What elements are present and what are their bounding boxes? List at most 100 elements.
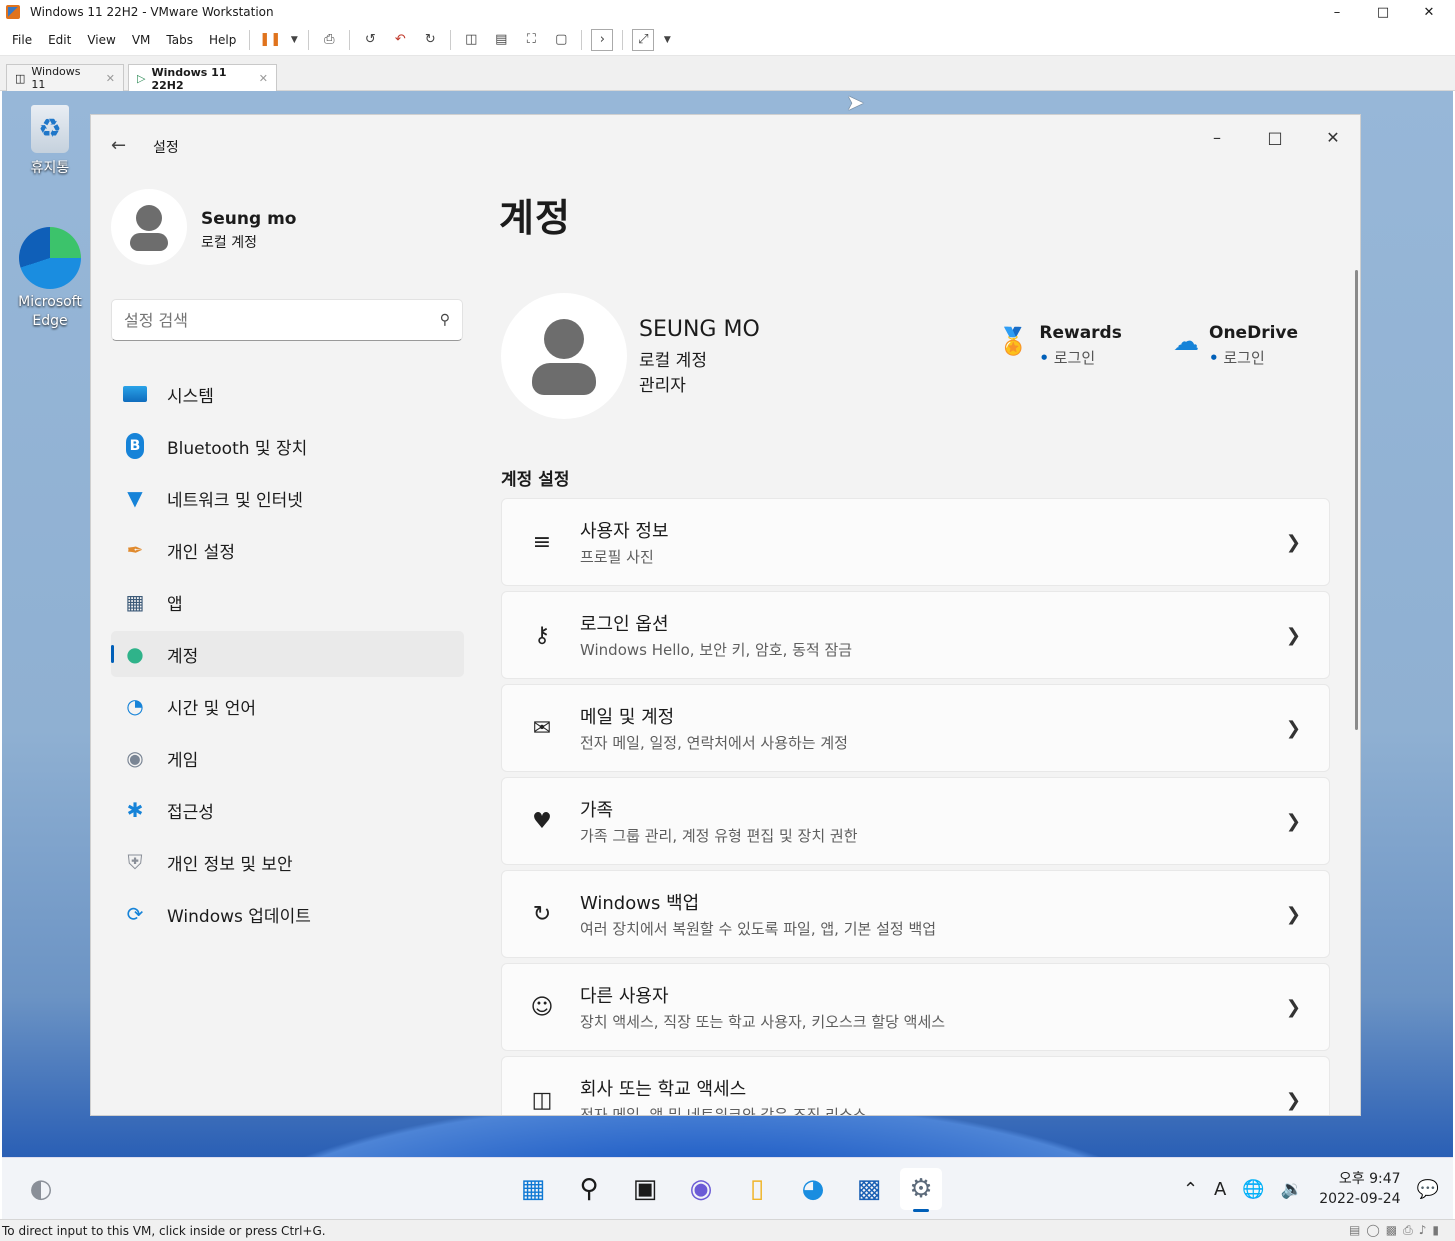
tab-windows-11-22h2[interactable]: ▷ Windows 11 22H2 ✕	[128, 64, 277, 92]
chevron-right-icon: ❯	[1285, 531, 1301, 553]
edge-shortcut[interactable]: Microsoft Edge	[10, 227, 90, 331]
card-sign-in-options[interactable]: ⚷ 로그인 옵션 Windows Hello, 보안 키, 암호, 동적 잠금 ❯	[501, 591, 1330, 679]
person-head-icon	[136, 205, 162, 231]
stretch-dropdown-icon[interactable]: ▼	[662, 29, 672, 51]
store-icon[interactable]: ▩	[848, 1168, 890, 1210]
menu-vm[interactable]: VM	[124, 33, 159, 47]
nav-item-accessibility[interactable]: ✱ 접근성	[111, 787, 464, 833]
nav-item-gaming[interactable]: ◉ 게임	[111, 735, 464, 781]
back-arrow-icon[interactable]: ←	[111, 135, 126, 156]
start-button-icon[interactable]: ▦	[512, 1168, 554, 1210]
pause-icon[interactable]: ❚❚	[259, 29, 281, 51]
menu-edit[interactable]: Edit	[40, 33, 79, 47]
rewards-status[interactable]: 🏅 Rewards • 로그인	[997, 323, 1122, 368]
revert-snapshot-icon[interactable]: ↶	[389, 29, 411, 51]
thumbnail-bar-icon[interactable]: ▤	[490, 29, 512, 51]
tab-windows-11[interactable]: ◫ Windows 11 ✕	[6, 64, 124, 91]
menu-view[interactable]: View	[79, 33, 123, 47]
card-title: 메일 및 계정	[580, 707, 675, 728]
volume-icon[interactable]: 🔉	[1281, 1179, 1303, 1200]
file-explorer-icon[interactable]: ▯	[736, 1168, 778, 1210]
tab-label: Windows 11	[31, 65, 81, 91]
card-access-work-school[interactable]: ◫ 회사 또는 학교 액세스 전자 메일, 앱 및 네트워크와 같은 조직 리소스…	[501, 1056, 1330, 1115]
nav-item-time-language[interactable]: ◔ 시간 및 언어	[111, 683, 464, 729]
card-your-info[interactable]: ≡ 사용자 정보프로필 사진 ❯	[501, 498, 1330, 586]
notification-icon[interactable]: 💬	[1417, 1179, 1439, 1200]
menu-file[interactable]: File	[4, 33, 40, 47]
card-title: 사용자 정보	[580, 521, 669, 542]
chevron-up-icon[interactable]: ⌃	[1183, 1179, 1198, 1200]
full-screen-icon[interactable]: ⛶	[520, 29, 542, 51]
update-icon: ⟳	[126, 902, 144, 926]
search-icon[interactable]: ⚲	[568, 1168, 610, 1210]
clock[interactable]: 오후 9:47 2022-09-24	[1319, 1169, 1400, 1209]
card-family[interactable]: ♥ 가족 가족 그룹 관리, 계정 유형 편집 및 장치 권한 ❯	[501, 777, 1330, 865]
user-info-icon: ≡	[532, 529, 552, 555]
card-subtitle: 전자 메일, 일정, 연락처에서 사용하는 계정	[580, 734, 848, 752]
search-input[interactable]	[124, 310, 414, 330]
close-tab-icon[interactable]: ✕	[106, 72, 115, 85]
network-globe-icon[interactable]: 🌐	[1242, 1179, 1264, 1200]
task-view-icon[interactable]: ▣	[624, 1168, 666, 1210]
stretch-guest-icon[interactable]: ⤢	[632, 28, 655, 51]
nav-item-label: 네트워크 및 인터넷	[167, 490, 303, 511]
show-library-icon[interactable]: ◫	[460, 29, 482, 51]
chat-icon[interactable]: ◉	[680, 1168, 722, 1210]
profile-role: 관리자	[639, 376, 686, 396]
pause-dropdown-icon[interactable]: ▼	[289, 29, 299, 51]
snapshot-icon[interactable]: ↺	[359, 29, 381, 51]
recycle-bin-shortcut[interactable]: ♻ 휴지통	[10, 105, 90, 177]
settings-maximize-icon[interactable]: □	[1246, 115, 1304, 159]
settings-minimize-icon[interactable]: –	[1188, 115, 1246, 159]
nav-item-bluetooth[interactable]: B Bluetooth 및 장치	[111, 423, 464, 469]
add-user-icon: ☺	[530, 994, 554, 1020]
windows-taskbar: ◐ ▦ ⚲ ▣ ◉ ▯ ◕ ▩ ⚙ ⌃ A 🌐 🔉 오후 9:47 2022-0…	[2, 1157, 1453, 1219]
profile-avatar[interactable]	[501, 293, 627, 419]
card-email-accounts[interactable]: ✉ 메일 및 계정 전자 메일, 일정, 연락처에서 사용하는 계정 ❯	[501, 684, 1330, 772]
settings-gear-icon[interactable]: ⚙	[900, 1168, 942, 1212]
family-heart-icon: ♥	[532, 808, 552, 834]
send-ctrl-alt-del-icon[interactable]: ⎙	[318, 29, 340, 51]
device-status-icons[interactable]: ▤◯▩⎙♪▮	[1349, 1223, 1445, 1238]
card-other-users[interactable]: ☺ 다른 사용자 장치 액세스, 직장 또는 학교 사용자, 키오스크 할당 액세…	[501, 963, 1330, 1051]
nav-item-label: 접근성	[167, 802, 214, 823]
minimize-icon[interactable]: –	[1314, 0, 1360, 24]
nav-item-privacy-security[interactable]: ⛨ 개인 정보 및 보안	[111, 839, 464, 885]
desktop-icon-label: 휴지통	[30, 160, 70, 176]
content-scrollbar[interactable]	[1355, 270, 1358, 730]
nav-item-apps[interactable]: ▦ 앱	[111, 579, 464, 625]
apps-icon: ▦	[125, 590, 145, 614]
nav-item-personalization[interactable]: ✒ 개인 설정	[111, 527, 464, 573]
nav-item-system[interactable]: 시스템	[111, 371, 464, 417]
settings-close-icon[interactable]: ✕	[1304, 115, 1360, 159]
card-title: 다른 사용자	[580, 986, 669, 1007]
close-tab-icon[interactable]: ✕	[259, 72, 268, 85]
nav-item-accounts[interactable]: ● 계정	[111, 631, 464, 677]
card-windows-backup[interactable]: ↻ Windows 백업 여러 장치에서 복원할 수 있도록 파일, 앱, 기본 …	[501, 870, 1330, 958]
menu-help[interactable]: Help	[201, 33, 244, 47]
unity-icon[interactable]: ▢	[550, 29, 572, 51]
nav-item-network[interactable]: ▼ 네트워크 및 인터넷	[111, 475, 464, 521]
settings-search-box[interactable]: ⚲	[111, 299, 463, 341]
maximize-icon[interactable]: □	[1360, 0, 1406, 24]
close-icon[interactable]: ✕	[1406, 0, 1452, 24]
profile-name: SEUNG MO	[639, 317, 760, 342]
nav-item-windows-update[interactable]: ⟳ Windows 업데이트	[111, 891, 464, 937]
app-title: 설정	[153, 140, 179, 156]
vmware-tab-bar: ◫ Windows 11 ✕ ▷ Windows 11 22H2 ✕	[0, 56, 1455, 92]
console-view-icon[interactable]: ›	[591, 28, 614, 51]
user-name: Seung mo	[201, 209, 297, 229]
menu-tabs[interactable]: Tabs	[158, 33, 201, 47]
gamepad-icon: ◉	[126, 746, 144, 770]
toolbar-separator	[349, 29, 351, 50]
onedrive-status[interactable]: ☁ OneDrive • 로그인	[1173, 323, 1298, 368]
snapshot-manager-icon[interactable]: ↻	[419, 29, 441, 51]
edge-taskbar-icon[interactable]: ◕	[792, 1168, 834, 1210]
input-indicator-icon[interactable]: A	[1214, 1179, 1226, 1200]
card-subtitle: 프로필 사진	[580, 548, 654, 566]
widgets-icon[interactable]: ◐	[20, 1168, 62, 1210]
system-tray: ⌃ A 🌐 🔉 오후 9:47 2022-09-24 💬	[1183, 1158, 1453, 1220]
desktop-icon-label: Microsoft Edge	[18, 294, 82, 329]
user-avatar[interactable]	[111, 189, 187, 265]
search-icon[interactable]: ⚲	[440, 312, 450, 328]
